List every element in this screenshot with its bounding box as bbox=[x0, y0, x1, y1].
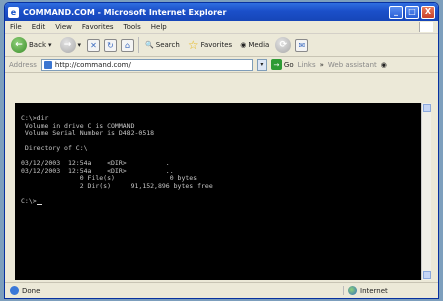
menu-edit[interactable]: Edit bbox=[32, 23, 46, 31]
maximize-button[interactable]: □ bbox=[405, 5, 419, 19]
page-status-icon bbox=[10, 286, 19, 295]
scroll-down-button[interactable] bbox=[423, 271, 431, 279]
forward-arrow-icon: → bbox=[59, 37, 76, 53]
history-icon[interactable]: ⟳ bbox=[275, 37, 292, 53]
internet-zone-icon bbox=[348, 286, 357, 295]
address-bar: Address http://command.com/ ▾ → Go Links… bbox=[5, 57, 438, 73]
toolbar-separator bbox=[138, 37, 140, 53]
go-button[interactable]: → Go bbox=[270, 59, 294, 70]
zone-label: Internet bbox=[360, 286, 388, 295]
back-arrow-icon: ← bbox=[11, 37, 27, 53]
minimize-button[interactable]: _ bbox=[389, 5, 403, 19]
menu-favorites[interactable]: Favorites bbox=[82, 23, 114, 31]
forward-button[interactable]: → ▾ bbox=[58, 36, 84, 54]
windows-logo bbox=[419, 22, 433, 32]
console-line: Volume Serial Number is D482-0518 bbox=[21, 129, 155, 137]
back-button[interactable]: ← Back ▾ bbox=[9, 36, 54, 54]
go-arrow-icon: → bbox=[270, 59, 282, 70]
address-dropdown-icon[interactable]: ▾ bbox=[256, 58, 267, 71]
links-label[interactable]: Links bbox=[298, 61, 316, 69]
browser-window: e COMMAND.COM - Microsoft Internet Explo… bbox=[4, 2, 439, 299]
address-url: http://command.com/ bbox=[54, 60, 131, 69]
address-label: Address bbox=[9, 60, 37, 69]
web-assistant-icon[interactable]: ◉ bbox=[381, 61, 387, 69]
ie-icon: e bbox=[8, 6, 19, 18]
menu-file[interactable]: File bbox=[10, 23, 22, 31]
home-icon[interactable]: ⌂ bbox=[121, 38, 135, 52]
text-cursor bbox=[36, 204, 42, 205]
menu-tools[interactable]: Tools bbox=[124, 23, 141, 31]
favorites-star-icon: ☆ bbox=[187, 38, 199, 52]
refresh-icon[interactable]: ↻ bbox=[104, 38, 118, 52]
go-label: Go bbox=[283, 60, 294, 69]
menu-help[interactable]: Help bbox=[151, 23, 167, 31]
favorites-label: Favorites bbox=[200, 41, 233, 49]
window-frame-left bbox=[5, 87, 15, 282]
back-label: Back bbox=[29, 41, 46, 49]
close-button[interactable]: X bbox=[421, 5, 435, 19]
console-line: Directory of C:\ bbox=[21, 144, 88, 152]
media-button[interactable]: ◉ Media bbox=[238, 40, 271, 50]
links-chevron-icon[interactable]: » bbox=[320, 61, 324, 69]
standard-toolbar: ← Back ▾ → ▾ ✕ ↻ ⌂ 🔍 Search ☆ Favorites … bbox=[5, 34, 438, 57]
console-page[interactable]: C:\>dir Volume in drive C is COMMAND Vol… bbox=[15, 103, 431, 280]
window-title: COMMAND.COM - Microsoft Internet Explore… bbox=[23, 7, 227, 17]
mail-icon[interactable]: ✉ bbox=[295, 38, 309, 52]
web-assistant-label[interactable]: Web assistant bbox=[328, 61, 377, 69]
media-icon: ◉ bbox=[240, 41, 247, 49]
status-bar: Done Internet bbox=[5, 282, 438, 298]
favorites-button[interactable]: ☆ Favorites bbox=[186, 38, 234, 52]
back-dropdown-icon[interactable]: ▾ bbox=[48, 41, 52, 49]
security-zone: Internet bbox=[343, 286, 433, 295]
stop-icon[interactable]: ✕ bbox=[87, 38, 101, 52]
title-bar[interactable]: e COMMAND.COM - Microsoft Internet Explo… bbox=[5, 3, 438, 21]
console-prompt-line[interactable]: C:\> bbox=[21, 196, 425, 205]
status-text: Done bbox=[22, 286, 41, 295]
vertical-scrollbar[interactable] bbox=[421, 103, 431, 280]
console-prompt: C:\> bbox=[21, 196, 37, 205]
page-icon bbox=[43, 60, 52, 69]
menu-view[interactable]: View bbox=[55, 23, 72, 31]
console-line: 2 Dir(s) 91,152,896 bytes free bbox=[21, 181, 213, 190]
address-input[interactable]: http://command.com/ bbox=[40, 58, 253, 71]
forward-dropdown-icon: ▾ bbox=[77, 41, 82, 49]
media-label: Media bbox=[248, 41, 270, 49]
search-icon: 🔍 bbox=[145, 41, 154, 49]
search-button[interactable]: 🔍 Search bbox=[143, 40, 182, 50]
scroll-up-button[interactable] bbox=[423, 104, 431, 112]
menu-bar: File Edit View Favorites Tools Help bbox=[5, 21, 438, 34]
search-label: Search bbox=[155, 41, 180, 49]
